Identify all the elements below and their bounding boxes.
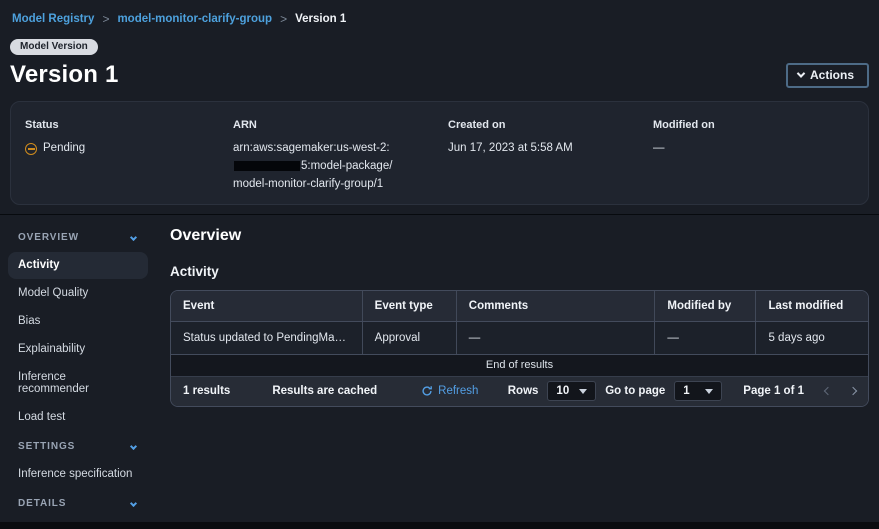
column-header-event: Event: [171, 291, 363, 321]
status-label: Status: [25, 119, 59, 131]
cell-event-type: Approval: [363, 322, 457, 354]
main-panel: Overview Activity Event Event type Comme…: [170, 223, 869, 529]
page-status: Page 1 of 1: [743, 385, 804, 397]
status-value: Pending: [25, 140, 223, 158]
sidebar: OVERVIEW Activity Model Quality Bias Exp…: [8, 223, 148, 529]
created-on-value: Jun 17, 2023 at 5:58 AM: [448, 142, 573, 154]
column-header-event-type: Event type: [363, 291, 457, 321]
cell-comments: —: [457, 322, 656, 354]
cell-last-modified: 5 days ago: [768, 332, 825, 344]
chevron-down-icon: [129, 442, 138, 451]
goto-page-select[interactable]: 1: [674, 381, 723, 401]
modified-on-label: Modified on: [653, 119, 715, 131]
actions-button[interactable]: Actions: [785, 62, 869, 88]
next-page-icon[interactable]: [848, 386, 858, 396]
activity-section-title: Activity: [170, 264, 219, 279]
sidebar-item-activity[interactable]: Activity: [8, 252, 148, 279]
model-version-badge: Model Version: [10, 39, 98, 55]
breadcrumb-separator: >: [102, 12, 110, 26]
rows-per-page-select[interactable]: 10: [547, 381, 597, 401]
refresh-icon: [422, 386, 433, 396]
sidebar-item-load-test[interactable]: Load test: [8, 404, 148, 431]
breadcrumb-link-model-registry[interactable]: Model Registry: [12, 13, 94, 25]
sidebar-item-bias[interactable]: Bias: [8, 308, 148, 335]
column-header-comments: Comments: [457, 291, 656, 321]
chevron-down-icon: [129, 233, 138, 242]
results-count: 1 results: [183, 385, 231, 397]
column-header-modified-by: Modified by: [655, 291, 757, 321]
refresh-button[interactable]: Refresh: [421, 385, 478, 397]
arn-value: arn:aws:sagemaker:us-west-2:5:model-pack…: [233, 142, 393, 190]
bottom-bar: [0, 522, 879, 529]
sidebar-item-explainability[interactable]: Explainability: [8, 336, 148, 363]
arn-label: ARN: [233, 119, 257, 131]
end-of-results-message: End of results: [171, 355, 868, 377]
sidebar-section-settings[interactable]: SETTINGS: [8, 432, 148, 460]
created-on-label: Created on: [448, 119, 506, 131]
breadcrumb-link-model-group[interactable]: model-monitor-clarify-group: [117, 13, 272, 25]
redacted-account-id: [234, 160, 300, 171]
goto-page-label: Go to page: [605, 385, 666, 397]
page-title: Version 1: [10, 61, 119, 88]
caret-down-icon: [705, 388, 714, 394]
caret-down-icon: [579, 388, 588, 394]
breadcrumb: Model Registry > model-monitor-clarify-g…: [10, 10, 869, 26]
sidebar-item-model-quality[interactable]: Model Quality: [8, 280, 148, 307]
cache-note: Results are cached: [272, 385, 378, 397]
cell-modified-by: —: [655, 322, 757, 354]
previous-page-icon[interactable]: [823, 386, 833, 396]
rows-label: Rows: [507, 385, 539, 397]
modified-on-value: —: [653, 142, 665, 154]
table-footer: 1 results Results are cached Refresh Row…: [171, 377, 868, 406]
activity-table: Event Event type Comments Modified by La…: [170, 290, 869, 407]
cell-event: Status updated to PendingManualAp...: [171, 322, 363, 354]
chevron-down-icon: [129, 499, 138, 508]
sidebar-item-inference-recommender[interactable]: Inference recommender: [8, 364, 148, 403]
page-header: Model Registry > model-monitor-clarify-g…: [0, 0, 879, 205]
column-header-last-modified: Last modified: [768, 300, 844, 312]
sidebar-item-inference-specification[interactable]: Inference specification: [8, 461, 148, 488]
actions-button-label: Actions: [809, 67, 854, 82]
sidebar-section-details[interactable]: DETAILS: [8, 489, 148, 517]
breadcrumb-separator: >: [280, 12, 288, 26]
overview-title: Overview: [170, 227, 242, 244]
table-header-row: Event Event type Comments Modified by La…: [171, 291, 868, 322]
table-row[interactable]: Status updated to PendingManualAp... App…: [171, 322, 868, 355]
breadcrumb-current: Version 1: [295, 13, 347, 25]
sidebar-section-overview[interactable]: OVERVIEW: [8, 223, 148, 251]
chevron-down-icon: [796, 68, 806, 78]
pending-status-icon: [25, 142, 37, 155]
summary-card: Status Pending ARN arn:aws:sagemaker:us-…: [10, 101, 869, 205]
